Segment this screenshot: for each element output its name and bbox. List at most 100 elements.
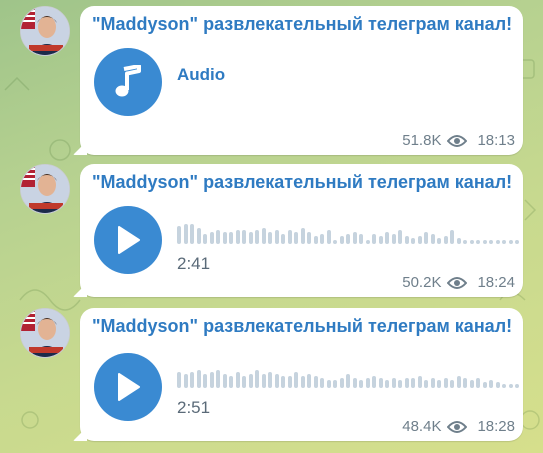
views-count: 50.2K bbox=[402, 274, 442, 291]
message-meta: 51.8K 18:13 bbox=[402, 132, 515, 149]
waveform-bar bbox=[489, 240, 493, 244]
waveform-bar bbox=[274, 374, 279, 388]
waveform-bar bbox=[495, 382, 500, 388]
channel-avatar[interactable] bbox=[20, 164, 70, 214]
waveform-bar bbox=[372, 376, 376, 388]
sender-name[interactable]: "Maddyson" развлекательный телеграм кана… bbox=[92, 316, 512, 337]
waveform-bar bbox=[222, 374, 227, 388]
views-count: 51.8K bbox=[402, 132, 442, 149]
waveform-bar bbox=[229, 232, 233, 244]
waveform-bar bbox=[281, 376, 285, 388]
channel-avatar[interactable] bbox=[20, 6, 70, 56]
waveform-bar bbox=[443, 378, 448, 388]
waveform-bar bbox=[320, 378, 324, 388]
waveform-bar bbox=[463, 378, 467, 388]
channel-avatar[interactable] bbox=[20, 308, 70, 358]
message-bubble[interactable]: "Maddyson" развлекательный телеграм кана… bbox=[80, 308, 523, 441]
waveform-bar bbox=[404, 378, 409, 388]
play-button[interactable] bbox=[94, 353, 162, 421]
waveform-bar bbox=[196, 228, 201, 244]
waveform-bar bbox=[476, 378, 480, 388]
waveform-bar bbox=[443, 236, 448, 244]
waveform-bar bbox=[313, 236, 318, 244]
sender-name[interactable]: "Maddyson" развлекательный телеграм кана… bbox=[92, 172, 512, 193]
play-button[interactable] bbox=[94, 206, 162, 274]
audio-file-button[interactable] bbox=[94, 48, 162, 116]
message-time: 18:28 bbox=[477, 418, 515, 435]
waveform-bar bbox=[391, 378, 396, 388]
waveform-bar bbox=[411, 238, 415, 244]
message-bubble[interactable]: "Maddyson" развлекательный телеграм кана… bbox=[80, 6, 523, 155]
waveform-bar bbox=[229, 376, 233, 388]
waveform-bar bbox=[502, 384, 506, 388]
waveform-bar bbox=[456, 238, 461, 244]
waveform-bar bbox=[281, 234, 285, 244]
waveform-bar bbox=[515, 240, 519, 244]
waveform-bar bbox=[365, 378, 370, 388]
waveform-bar bbox=[242, 230, 246, 244]
eye-icon bbox=[447, 276, 468, 289]
waveform-bar bbox=[463, 240, 467, 244]
waveform-bar bbox=[359, 234, 363, 244]
waveform-bar bbox=[216, 370, 220, 388]
message-meta: 48.4K 18:28 bbox=[402, 418, 515, 435]
waveform-bar bbox=[287, 230, 292, 244]
waveform-bar bbox=[300, 228, 305, 244]
waveform-bar bbox=[417, 236, 422, 244]
sender-name[interactable]: "Maddyson" развлекательный телеграм кана… bbox=[92, 14, 512, 35]
waveform-bar bbox=[196, 370, 201, 388]
waveform-bar bbox=[359, 380, 363, 388]
waveform-bar bbox=[177, 226, 181, 244]
waveform-bar bbox=[274, 230, 279, 244]
waveform-bar bbox=[235, 230, 240, 244]
message-time: 18:13 bbox=[477, 132, 515, 149]
waveform-bar bbox=[346, 374, 350, 388]
waveform-bar bbox=[398, 380, 402, 388]
waveform-bar bbox=[261, 228, 266, 244]
waveform-bar bbox=[482, 382, 487, 388]
voice-waveform[interactable] bbox=[177, 366, 519, 388]
waveform-bar bbox=[183, 224, 188, 244]
waveform-bar bbox=[203, 374, 207, 388]
waveform-bar bbox=[255, 230, 259, 244]
waveform-bar bbox=[294, 372, 298, 388]
waveform-bar bbox=[469, 240, 474, 244]
waveform-bar bbox=[450, 380, 454, 388]
views-count: 48.4K bbox=[402, 418, 442, 435]
waveform-bar bbox=[352, 378, 357, 388]
waveform-bar bbox=[456, 376, 461, 388]
waveform-bar bbox=[385, 232, 389, 244]
waveform-bar bbox=[177, 372, 181, 388]
waveform-bar bbox=[216, 230, 220, 244]
waveform-bar bbox=[307, 232, 311, 244]
waveform-bar bbox=[209, 372, 214, 388]
waveform-bar bbox=[437, 380, 441, 388]
voice-duration: 2:51 bbox=[177, 398, 211, 417]
waveform-bar bbox=[209, 232, 214, 244]
waveform-bar bbox=[313, 376, 318, 388]
waveform-bar bbox=[411, 378, 415, 388]
waveform-bar bbox=[346, 234, 350, 244]
waveform-bar bbox=[430, 378, 435, 388]
waveform-bar bbox=[378, 378, 383, 388]
waveform-bar bbox=[235, 372, 240, 388]
waveform-bar bbox=[333, 240, 337, 244]
waveform-bar bbox=[424, 380, 428, 388]
waveform-bar bbox=[326, 380, 331, 388]
avatar-portrait-image bbox=[21, 165, 69, 213]
waveform-bar bbox=[430, 234, 435, 244]
waveform-bar bbox=[190, 224, 194, 244]
waveform-bar bbox=[203, 234, 207, 244]
waveform-bar bbox=[183, 374, 188, 388]
voice-waveform[interactable] bbox=[177, 222, 519, 244]
eye-icon bbox=[447, 420, 468, 433]
waveform-bar bbox=[242, 376, 246, 388]
waveform-bar bbox=[398, 230, 402, 244]
waveform-bar bbox=[437, 238, 441, 244]
waveform-bar bbox=[300, 376, 305, 388]
message-bubble[interactable]: "Maddyson" развлекательный телеграм кана… bbox=[80, 164, 523, 297]
waveform-bar bbox=[287, 376, 292, 388]
waveform-bar bbox=[190, 372, 194, 388]
waveform-bar bbox=[326, 230, 331, 244]
audio-title: Audio bbox=[177, 65, 226, 84]
